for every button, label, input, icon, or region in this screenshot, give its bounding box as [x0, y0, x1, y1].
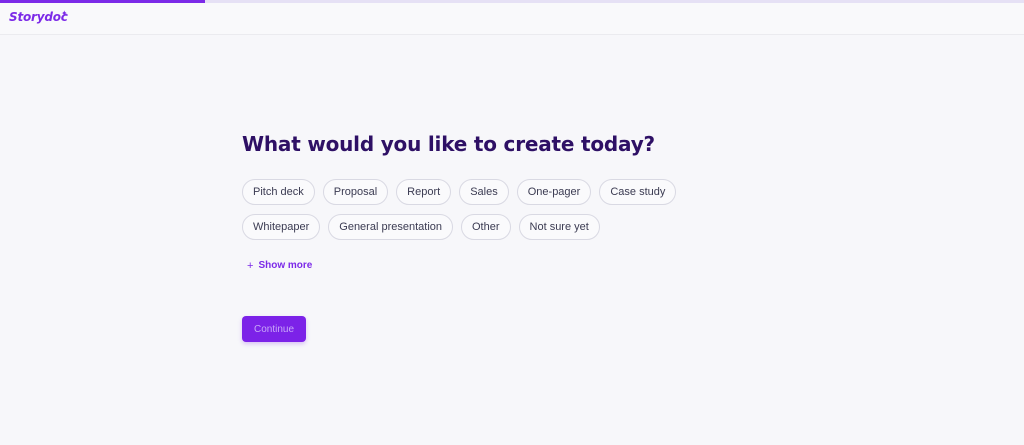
top-bar: Storydoc ✦: [0, 3, 1024, 35]
option-chip-case-study[interactable]: Case study: [599, 179, 677, 205]
option-chip-whitepaper[interactable]: Whitepaper: [242, 214, 321, 240]
option-chip-one-pager[interactable]: One-pager: [516, 179, 592, 205]
main-content: What would you like to create today? Pit…: [242, 130, 782, 342]
option-chip-sales[interactable]: Sales: [459, 179, 509, 205]
show-more-button[interactable]: + Show more: [247, 260, 782, 271]
plus-icon: +: [247, 259, 254, 272]
option-chip-other[interactable]: Other: [461, 214, 511, 240]
storydoc-logo[interactable]: Storydoc: [9, 10, 68, 24]
option-chip-not-sure-yet[interactable]: Not sure yet: [518, 214, 600, 240]
option-chip-general-presentation[interactable]: General presentation: [328, 214, 453, 240]
page-title: What would you like to create today?: [242, 132, 655, 156]
continue-button[interactable]: Continue: [242, 316, 306, 342]
option-chip-report[interactable]: Report: [396, 179, 452, 205]
option-chip-proposal[interactable]: Proposal: [322, 179, 389, 205]
option-chips: Pitch deck Proposal Report Sales One-pager Ca…: [242, 179, 762, 240]
show-more-label: Show more: [258, 260, 313, 271]
sparkle-icon: ✦: [61, 9, 68, 18]
option-chip-pitch-deck[interactable]: Pitch deck: [242, 179, 315, 205]
